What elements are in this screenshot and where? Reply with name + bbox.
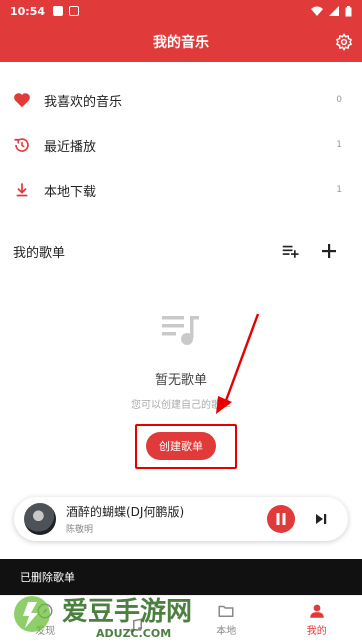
- section-title: 我的歌单: [13, 245, 66, 261]
- list-item-downloads[interactable]: 本地下载 1: [0, 168, 362, 212]
- list-item-recent[interactable]: 最近播放 1: [0, 123, 362, 167]
- nav-label: 本地: [216, 626, 237, 637]
- track-artist: 陈敬明: [66, 525, 94, 535]
- settings-button[interactable]: [332, 30, 356, 54]
- notification-icon: [53, 6, 64, 16]
- import-playlist-button[interactable]: [280, 240, 302, 262]
- pause-icon: [276, 513, 286, 525]
- list-item-label: 本地下载: [44, 184, 97, 200]
- nav-label: 发现: [35, 626, 56, 637]
- nav-item-mine[interactable]: 我的: [272, 596, 362, 643]
- empty-state-title-wrap: 暂无歌单: [0, 369, 362, 388]
- playlist-empty-icon: [160, 312, 202, 346]
- status-bar: 10:54: [0, 0, 362, 22]
- empty-state-subtitle-wrap: 您可以创建自己的歌单: [0, 393, 362, 412]
- status-time: 10:54: [10, 4, 46, 18]
- next-button[interactable]: [312, 510, 330, 528]
- playlist-section-header: 我的歌单: [0, 233, 362, 269]
- music-note-icon: [130, 618, 142, 633]
- nav-item-local[interactable]: 本地: [181, 596, 272, 643]
- nav-label: 我的: [306, 626, 327, 637]
- compass-icon: [37, 603, 53, 619]
- annotation-arrow: [216, 313, 260, 414]
- track-info: 酒醉的蝴蝶(DJ何鹏版) 陈敬明: [66, 503, 184, 535]
- status-icons: [311, 5, 352, 17]
- history-icon: [12, 135, 32, 155]
- app-notification-icon: [69, 6, 80, 16]
- nav-item-discover[interactable]: 发现: [0, 596, 91, 643]
- toast-message: 已删除歌单: [0, 559, 362, 595]
- app-header: 我的音乐: [0, 22, 362, 62]
- list-item-favorites[interactable]: 我喜欢的音乐 0: [0, 78, 362, 122]
- playlist-add-icon: [282, 245, 299, 258]
- heart-icon: [12, 90, 32, 110]
- list-item-label: 我喜欢的音乐: [44, 94, 123, 110]
- mini-player[interactable]: 酒醉的蝴蝶(DJ何鹏版) 陈敬明: [14, 497, 348, 541]
- list-item-label: 最近播放: [44, 139, 97, 155]
- wifi-icon: [311, 6, 323, 16]
- track-title: 酒醉的蝴蝶(DJ何鹏版): [66, 505, 185, 519]
- signal-icon: [329, 6, 339, 16]
- list-item-count: 0: [336, 95, 342, 105]
- list-item-count: 1: [336, 140, 342, 150]
- bottom-nav: 发现 本地 我的: [0, 595, 362, 643]
- nav-item-second[interactable]: [91, 596, 182, 643]
- pause-button[interactable]: [267, 505, 295, 533]
- person-icon: [310, 604, 324, 618]
- folder-icon: [218, 605, 234, 617]
- add-playlist-button[interactable]: [318, 240, 340, 262]
- annotation-highlight-box: [135, 424, 237, 469]
- battery-icon: [345, 5, 352, 16]
- download-icon: [12, 180, 32, 200]
- page-title: 我的音乐: [153, 35, 209, 51]
- plus-icon: [322, 244, 336, 258]
- album-cover[interactable]: [24, 503, 56, 535]
- list-item-count: 1: [336, 185, 342, 195]
- empty-state-title: 暂无歌单: [154, 373, 207, 388]
- skip-next-icon: [315, 514, 326, 524]
- gear-icon: [335, 33, 353, 51]
